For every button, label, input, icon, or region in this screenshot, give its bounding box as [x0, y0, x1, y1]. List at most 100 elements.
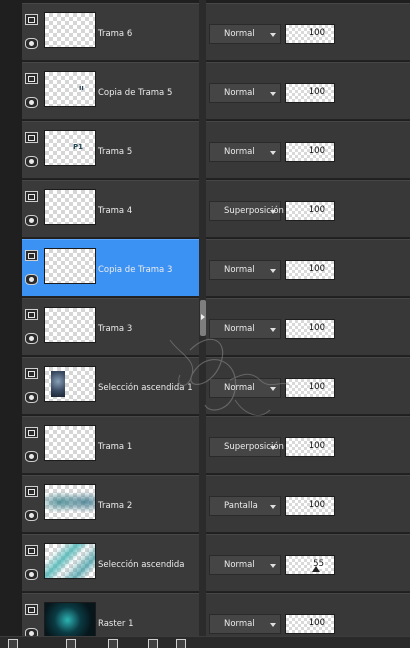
thumbnail-glyph: P1: [73, 143, 84, 151]
layer-visibility-icon[interactable]: [25, 309, 38, 320]
layer-name: Raster 1: [98, 619, 134, 629]
layer-controls: Normal 100: [206, 298, 410, 356]
layer-lock-icon[interactable]: [25, 451, 38, 462]
new-layer-icon[interactable]: [8, 639, 18, 648]
layer-visibility-icon[interactable]: [25, 486, 38, 497]
layer-thumbnail: [44, 248, 96, 284]
layer-visibility-icon[interactable]: [25, 73, 38, 84]
layer-name: Copia de Trama 5: [98, 88, 173, 98]
layer-info[interactable]: Trama 4: [22, 180, 199, 238]
layer-info[interactable]: Trama 1: [22, 416, 199, 474]
layer-lock-icon[interactable]: [25, 38, 38, 49]
layer-visibility-icon[interactable]: [25, 604, 38, 615]
layer-thumbnail: [44, 543, 96, 579]
opacity-slider[interactable]: 100: [285, 83, 335, 103]
layer-name: Selección ascendida 1: [98, 383, 193, 393]
layer-visibility-icon[interactable]: [25, 191, 38, 202]
layer-visibility-icon[interactable]: [25, 368, 38, 379]
group-icon[interactable]: [148, 639, 158, 648]
layer-name: Copia de Trama 3: [98, 265, 173, 275]
blend-mode-label: Normal: [224, 265, 255, 275]
layer-thumbnail: [44, 189, 96, 225]
layer-visibility-icon[interactable]: [25, 427, 38, 438]
blend-mode-select[interactable]: Pantalla: [209, 496, 281, 516]
layer-thumbnail: ıı: [44, 71, 96, 107]
layer-lock-icon[interactable]: [25, 274, 38, 285]
layers-toolbar: [0, 636, 410, 648]
layer-thumbnail: [44, 484, 96, 520]
blend-mode-label: Normal: [224, 147, 255, 157]
opacity-value: 100: [308, 323, 325, 333]
adjust-icon[interactable]: [108, 639, 118, 648]
slider-handle-icon[interactable]: [312, 566, 320, 572]
blend-mode-select[interactable]: Normal: [209, 83, 281, 103]
chevron-down-icon: [270, 92, 276, 96]
opacity-slider[interactable]: 100: [285, 437, 335, 457]
layer-lock-icon[interactable]: [25, 156, 38, 167]
layer-visibility-icon[interactable]: [25, 132, 38, 143]
opacity-slider[interactable]: 100: [285, 496, 335, 516]
layer-info[interactable]: ıı Copia de Trama 5: [22, 62, 199, 120]
delete-icon[interactable]: [176, 639, 186, 648]
layer-lock-icon[interactable]: [25, 97, 38, 108]
layer-name: Trama 6: [98, 29, 133, 39]
blend-mode-label: Normal: [224, 619, 255, 629]
blend-mode-label: Normal: [224, 29, 255, 39]
opacity-slider[interactable]: 100: [285, 24, 335, 44]
layer-info[interactable]: Trama 6: [22, 3, 199, 61]
layer-info[interactable]: Copia de Trama 3: [22, 239, 199, 297]
layer-controls: Normal 100: [206, 3, 410, 61]
blend-mode-select[interactable]: Superposición: [209, 437, 284, 457]
blend-mode-select[interactable]: Normal: [209, 555, 281, 575]
layer-info[interactable]: Trama 2: [22, 475, 199, 533]
opacity-value: 100: [308, 146, 325, 156]
opacity-slider[interactable]: 100: [285, 142, 335, 162]
opacity-slider[interactable]: 100: [285, 378, 335, 398]
opacity-value: 100: [308, 441, 325, 451]
chevron-down-icon: [270, 387, 276, 391]
layer-lock-icon[interactable]: [25, 333, 38, 344]
blend-mode-select[interactable]: Normal: [209, 260, 281, 280]
layer-controls: Normal 100: [206, 62, 410, 120]
blend-mode-select[interactable]: Normal: [209, 319, 281, 339]
blend-mode-label: Normal: [224, 560, 255, 570]
layer-lock-icon[interactable]: [25, 392, 38, 403]
opacity-slider[interactable]: 100: [285, 201, 335, 221]
layer-controls: Pantalla 100: [206, 475, 410, 533]
splitter-collapse-handle[interactable]: [200, 300, 206, 336]
blend-mode-select[interactable]: Normal: [209, 378, 281, 398]
opacity-slider[interactable]: 100: [285, 260, 335, 280]
layer-lock-icon[interactable]: [25, 510, 38, 521]
layer-lock-icon[interactable]: [25, 215, 38, 226]
blend-mode-select[interactable]: Normal: [209, 142, 281, 162]
layer-visibility-icon[interactable]: [25, 250, 38, 261]
mask-icon[interactable]: [66, 639, 76, 648]
layer-controls: Normal 55: [206, 534, 410, 592]
layer-info[interactable]: Selección ascendida 1: [22, 357, 199, 415]
layer-info[interactable]: Selección ascendida: [22, 534, 199, 592]
layer-lock-icon[interactable]: [25, 569, 38, 580]
blend-mode-select[interactable]: Normal: [209, 614, 281, 634]
opacity-value: 100: [308, 205, 325, 215]
layer-controls: Superposición 100: [206, 416, 410, 474]
blend-mode-select[interactable]: Normal: [209, 24, 281, 44]
blend-mode-select[interactable]: Superposición: [209, 201, 284, 221]
opacity-slider[interactable]: 100: [285, 319, 335, 339]
layer-thumbnail: [44, 307, 96, 343]
chevron-down-icon: [270, 328, 276, 332]
layer-visibility-icon[interactable]: [25, 14, 38, 25]
layer-info[interactable]: P1 Trama 5: [22, 121, 199, 179]
blend-mode-label: Normal: [224, 383, 255, 393]
chevron-down-icon: [270, 564, 276, 568]
opacity-slider[interactable]: 55: [285, 555, 335, 575]
layer-thumbnail: P1: [44, 130, 96, 166]
blend-mode-label: Pantalla: [224, 501, 258, 511]
layer-visibility-icon[interactable]: [25, 545, 38, 556]
opacity-slider[interactable]: 100: [285, 614, 335, 634]
layer-thumbnail: [44, 12, 96, 48]
chevron-down-icon: [270, 446, 276, 450]
layer-name: Trama 2: [98, 501, 133, 511]
layer-info[interactable]: Trama 3: [22, 298, 199, 356]
opacity-value: 100: [308, 500, 325, 510]
chevron-down-icon: [270, 210, 276, 214]
